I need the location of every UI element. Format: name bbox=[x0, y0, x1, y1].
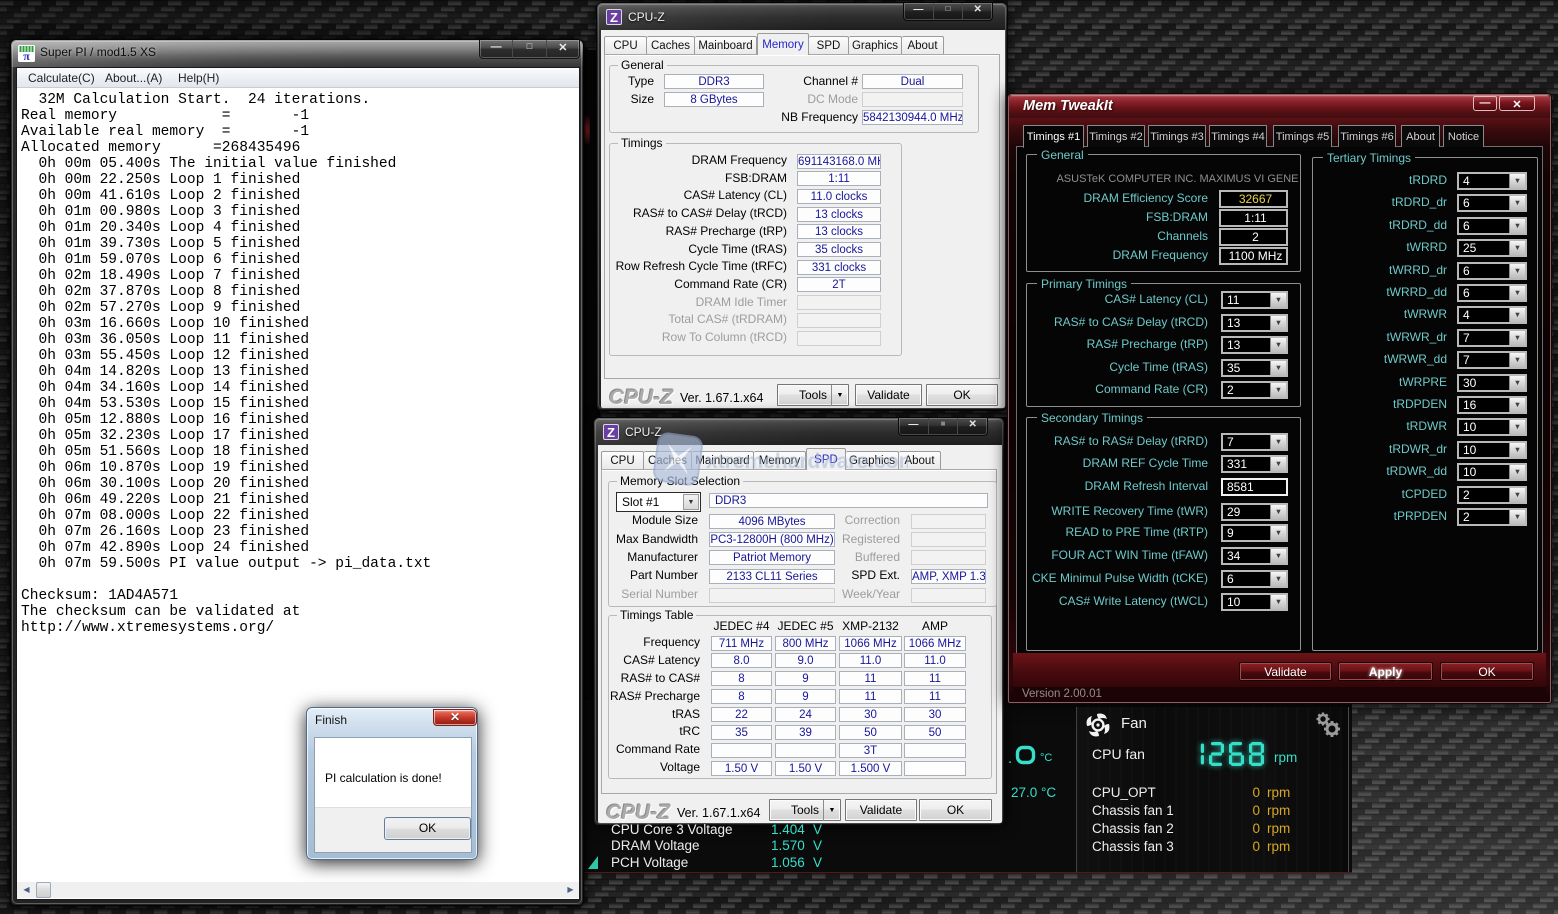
svg-text:π: π bbox=[23, 49, 30, 62]
svg-text:xtremehardware.com: xtremehardware.com bbox=[706, 450, 908, 473]
